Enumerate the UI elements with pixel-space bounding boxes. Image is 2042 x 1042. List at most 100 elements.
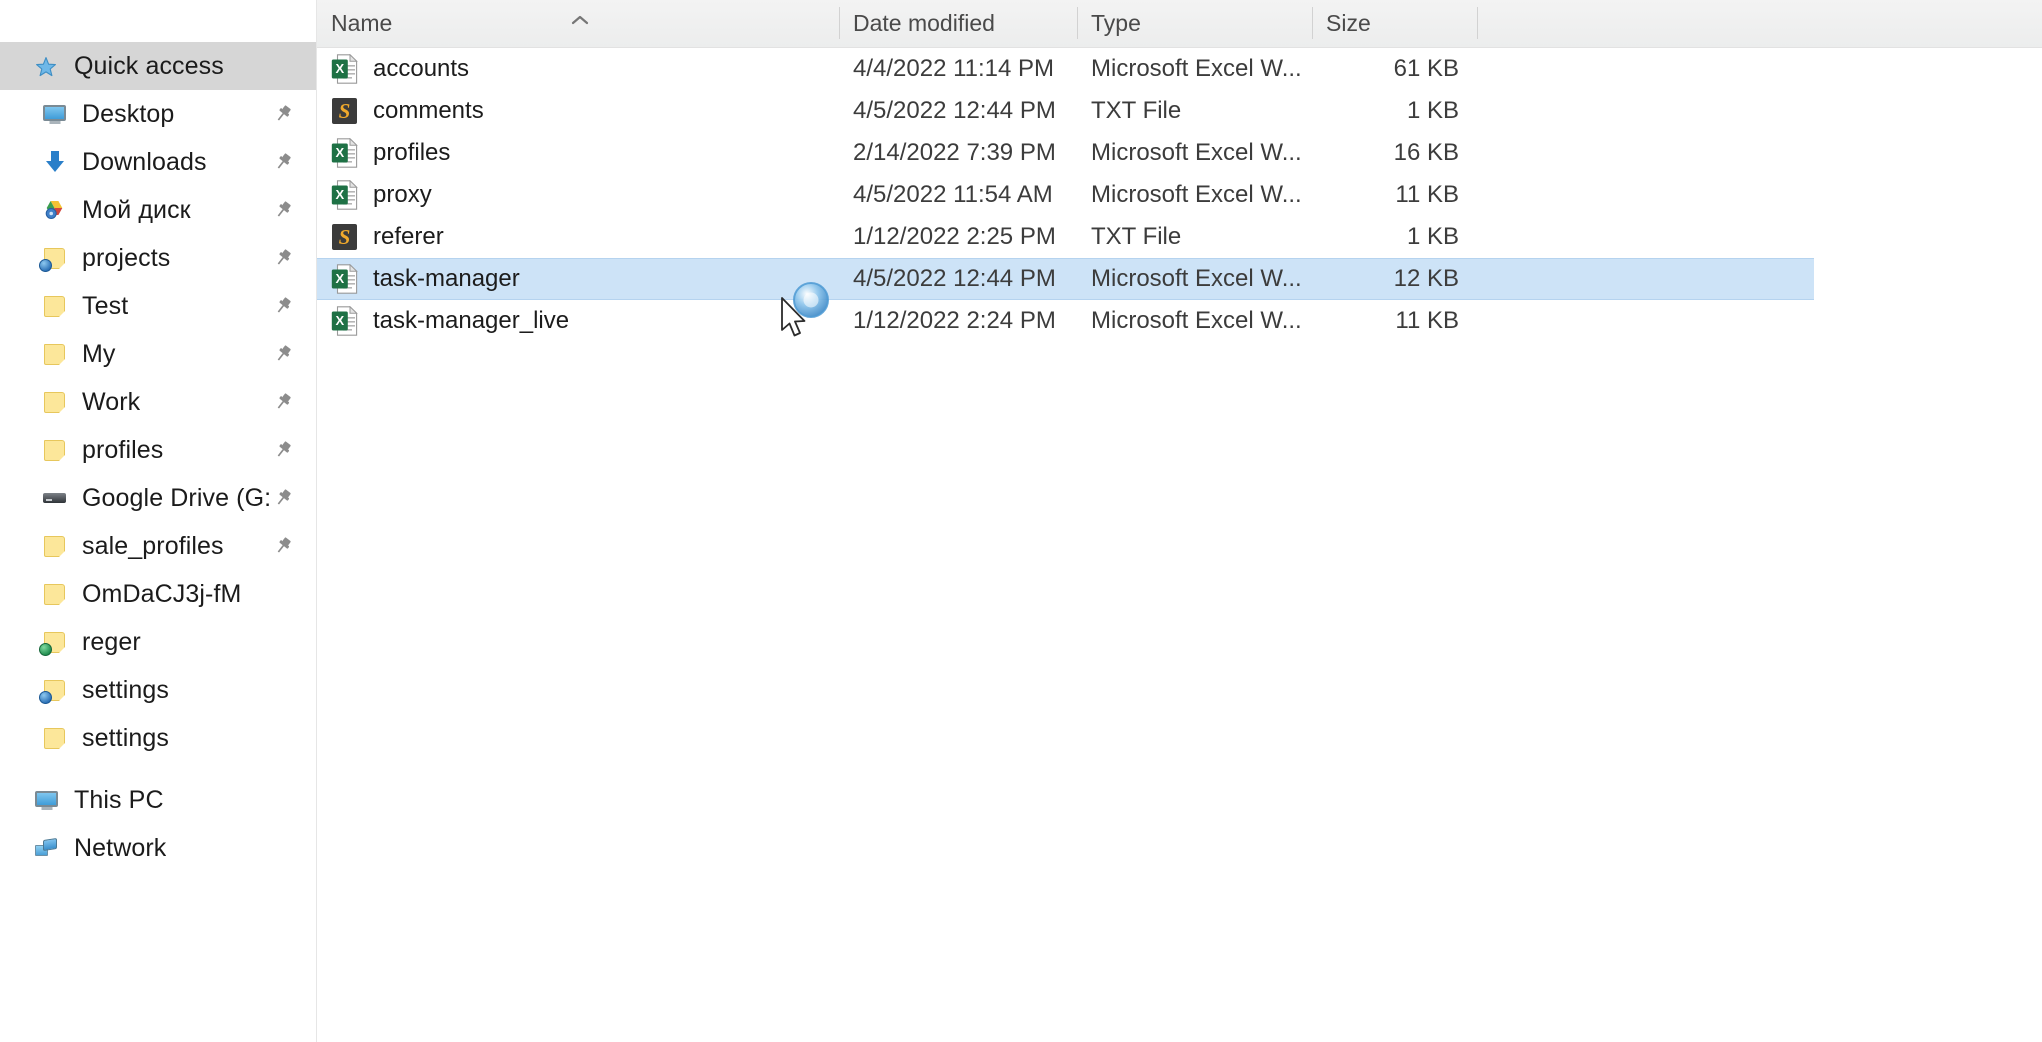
cell-date-modified: 4/5/2022 11:54 AM — [853, 181, 1053, 208]
pin-icon[interactable] — [273, 200, 293, 220]
pin-icon[interactable] — [273, 344, 293, 364]
column-header-bar: Name Date modified Type Size — [317, 0, 2042, 48]
nav-item-settings[interactable]: settings — [0, 714, 317, 762]
nav-item-label: Quick access — [74, 51, 224, 80]
file-name-label: task-manager — [373, 265, 520, 292]
svg-text:X: X — [335, 61, 344, 76]
nav-item-sale-profiles[interactable]: sale_profiles — [0, 522, 317, 570]
nav-item-downloads[interactable]: Downloads — [0, 138, 317, 186]
nav-item-label: Мой диск — [82, 195, 191, 224]
nav-item-label: My — [82, 339, 116, 368]
pin-icon[interactable] — [273, 296, 293, 316]
pin-icon[interactable] — [273, 152, 293, 172]
excel-file-icon: X — [331, 180, 359, 210]
nav-group-spacer — [0, 762, 317, 776]
nav-item-google-drive-g[interactable]: Google Drive (G: — [0, 474, 317, 522]
cell-date-modified: 4/5/2022 12:44 PM — [853, 97, 1056, 124]
file-rows-container: Xaccounts 4/4/2022 11:14 PM Microsoft Exce… — [317, 48, 2042, 342]
file-name-label: referer — [373, 223, 444, 250]
file-list-pane: Name Date modified Type Size Xaccounts 4/… — [317, 0, 2042, 1042]
cell-date-modified: 2/14/2022 7:39 PM — [853, 139, 1056, 166]
excel-file-icon: X — [331, 306, 359, 336]
pin-icon[interactable] — [273, 440, 293, 460]
navigation-pane: Quick access Desktop Downloads Мой диск proj… — [0, 0, 317, 1042]
cell-file-name: Xproxy — [317, 180, 839, 210]
cell-file-size: 1 KB — [1406, 223, 1459, 250]
svg-text:X: X — [335, 187, 344, 202]
download-icon — [42, 149, 68, 175]
column-header-size[interactable]: Size — [1312, 0, 1477, 47]
cell-file-type: TXT File — [1091, 223, 1182, 250]
cell-file-name: Scomments — [317, 96, 839, 126]
nav-item-label: OmDaCJ3j-fM — [82, 579, 242, 608]
table-row[interactable]: Xtask-manager 4/5/2022 12:44 PM Microsoft … — [317, 258, 1814, 300]
nav-item-label: Test — [82, 291, 129, 320]
table-row[interactable]: Xproxy 4/5/2022 11:54 AM Microsoft Excel W… — [317, 174, 2042, 216]
svg-text:X: X — [335, 145, 344, 160]
nav-item-desktop[interactable]: Desktop — [0, 90, 317, 138]
sublime-file-icon: S — [331, 96, 359, 126]
table-row[interactable]: Scomments 4/5/2022 12:44 PM TXT File 1 KB — [317, 90, 2042, 132]
cell-file-size: 16 KB — [1393, 139, 1459, 166]
folder-sync-icon — [39, 245, 68, 272]
cell-file-size: 61 KB — [1393, 55, 1459, 82]
nav-item-label: Desktop — [82, 99, 175, 128]
nav-item-мой-диск[interactable]: Мой диск — [0, 186, 317, 234]
nav-item-label: settings — [82, 675, 169, 704]
folder-icon — [42, 293, 68, 319]
cell-file-name: Xaccounts — [317, 54, 839, 84]
column-header-name[interactable]: Name — [317, 0, 839, 47]
table-row[interactable]: Xaccounts 4/4/2022 11:14 PM Microsoft Exce… — [317, 48, 2042, 90]
cell-file-name: Xprofiles — [317, 138, 839, 168]
cell-file-name: Xtask-manager — [317, 264, 839, 294]
nav-item-my[interactable]: My — [0, 330, 317, 378]
pin-icon[interactable] — [273, 488, 293, 508]
nav-item-label: Google Drive (G: — [82, 483, 272, 512]
excel-file-icon: X — [331, 54, 359, 84]
nav-item-work[interactable]: Work — [0, 378, 317, 426]
pin-icon[interactable] — [273, 104, 293, 124]
table-row[interactable]: Xtask-manager_live 1/12/2022 2:24 PM Micro… — [317, 300, 2042, 342]
excel-file-icon: X — [331, 138, 359, 168]
nav-item-projects[interactable]: projects — [0, 234, 317, 282]
nav-item-label: Downloads — [82, 147, 207, 176]
star-icon — [34, 53, 60, 79]
column-header-name-label: Name — [331, 9, 393, 36]
folder-sync-green-icon — [39, 629, 68, 656]
pin-icon[interactable] — [273, 392, 293, 412]
nav-item-quick-access[interactable]: Quick access — [0, 42, 317, 90]
nav-item-network[interactable]: Network — [0, 824, 317, 872]
nav-item-profiles[interactable]: profiles — [0, 426, 317, 474]
cell-file-name: Sreferer — [317, 222, 839, 252]
column-header-type-label: Type — [1091, 9, 1141, 36]
column-header-spacer — [1477, 0, 1491, 47]
folder-sync-icon — [39, 677, 68, 704]
table-row[interactable]: Sreferer 1/12/2022 2:25 PM TXT File 1 KB — [317, 216, 2042, 258]
nav-item-this-pc[interactable]: This PC — [0, 776, 317, 824]
folder-icon — [42, 341, 68, 367]
nav-item-label: This PC — [74, 785, 164, 814]
cell-date-modified: 1/12/2022 2:25 PM — [853, 223, 1056, 250]
nav-item-reger[interactable]: reger — [0, 618, 317, 666]
cell-date-modified: 4/5/2022 12:44 PM — [853, 265, 1056, 292]
nav-item-label: Network — [74, 833, 167, 862]
nav-item-label: Work — [82, 387, 141, 416]
table-row[interactable]: Xprofiles 2/14/2022 7:39 PM Microsoft Exce… — [317, 132, 2042, 174]
pin-icon[interactable] — [273, 248, 293, 268]
column-header-date-modified[interactable]: Date modified — [839, 0, 1077, 47]
nav-item-label: projects — [82, 243, 171, 272]
nav-item-label: sale_profiles — [82, 531, 224, 560]
network-icon — [34, 835, 60, 861]
nav-item-settings[interactable]: settings — [0, 666, 317, 714]
nav-item-label: profiles — [82, 435, 164, 464]
cell-file-size: 1 KB — [1406, 97, 1459, 124]
folder-icon — [42, 533, 68, 559]
nav-item-test[interactable]: Test — [0, 282, 317, 330]
column-header-date-label: Date modified — [853, 9, 995, 36]
nav-item-label: reger — [82, 627, 141, 656]
pin-icon[interactable] — [273, 536, 293, 556]
cell-file-type: TXT File — [1091, 97, 1182, 124]
column-header-type[interactable]: Type — [1077, 0, 1312, 47]
nav-item-omdacj3j-fm[interactable]: OmDaCJ3j-fM — [0, 570, 317, 618]
nav-item-label: settings — [82, 723, 169, 752]
